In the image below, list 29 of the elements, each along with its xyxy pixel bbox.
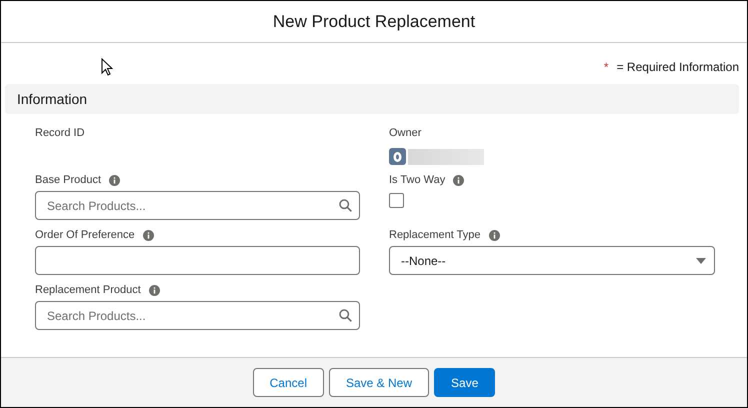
field-label: Replacement Product [35, 284, 141, 296]
field-label: Replacement Type [389, 229, 481, 241]
search-icon [339, 309, 352, 322]
field-label: Base Product [35, 174, 102, 186]
required-note: = Required Information [616, 60, 739, 74]
field-label: Order Of Preference [35, 229, 135, 241]
avatar-icon [389, 148, 406, 165]
section-title: Information [17, 91, 88, 107]
field-label: Is Two Way [389, 174, 446, 186]
required-asterisk: * [604, 60, 609, 74]
search-icon [339, 199, 352, 212]
save-button[interactable]: Save [434, 368, 496, 397]
caret-icon [696, 258, 706, 264]
pointer-icon [101, 58, 113, 76]
select-field[interactable]: --None-- [389, 246, 715, 275]
info-icon[interactable] [148, 284, 160, 296]
info-icon[interactable] [453, 174, 464, 186]
search-field[interactable]: Search Products... [35, 301, 360, 330]
checkbox[interactable] [389, 193, 404, 208]
window-title: New Product Replacement [272, 12, 476, 32]
search-field[interactable]: Search Products... [35, 191, 360, 220]
action-button[interactable]: Save & New [328, 368, 430, 397]
field-label: Owner [389, 127, 422, 139]
field-label: Record ID [35, 127, 85, 139]
info-icon[interactable] [142, 230, 154, 240]
input-field[interactable] [35, 246, 360, 275]
info-icon[interactable] [488, 230, 500, 240]
action-button[interactable]: Cancel [252, 368, 324, 397]
info-icon[interactable] [109, 174, 120, 186]
